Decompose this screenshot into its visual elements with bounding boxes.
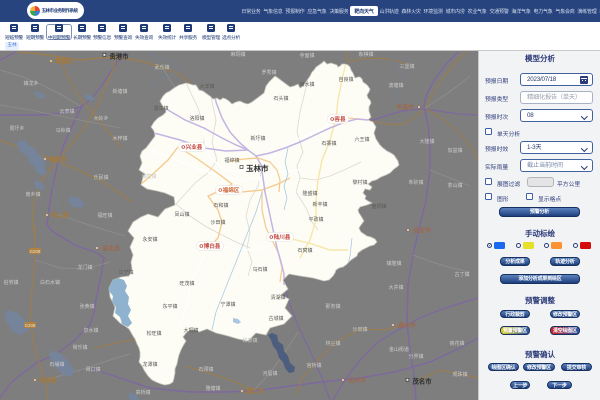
svg-text:兴业县: 兴业县 bbox=[186, 143, 203, 151]
svg-text:浪水镇: 浪水镇 bbox=[299, 81, 314, 88]
svg-text:石和镇: 石和镇 bbox=[213, 202, 228, 209]
svg-text:古城镇: 古城镇 bbox=[268, 315, 283, 322]
svg-text:洛阳镇: 洛阳镇 bbox=[189, 115, 204, 122]
svg-text:波塘镇: 波塘镇 bbox=[388, 82, 403, 89]
svg-text:象棋镇: 象棋镇 bbox=[358, 51, 373, 58]
svg-text:河唇镇: 河唇镇 bbox=[262, 370, 277, 377]
svg-text:容县: 容县 bbox=[334, 115, 346, 123]
svg-text:大岭乡: 大岭乡 bbox=[93, 115, 108, 122]
svg-text:松旺镇: 松旺镇 bbox=[146, 330, 161, 337]
svg-text:沙田镇: 沙田镇 bbox=[210, 219, 225, 226]
svg-text:镇隆镇: 镇隆镇 bbox=[386, 260, 401, 267]
svg-text:石窝镇: 石窝镇 bbox=[297, 247, 312, 254]
svg-text:合浦县: 合浦县 bbox=[39, 376, 57, 384]
svg-text:罗秀镇: 罗秀镇 bbox=[261, 69, 276, 76]
svg-text:南乡镇: 南乡镇 bbox=[25, 191, 40, 198]
svg-text:陆川县: 陆川县 bbox=[274, 233, 291, 241]
svg-text:朱砂镇: 朱砂镇 bbox=[408, 179, 423, 186]
svg-text:三堡镇: 三堡镇 bbox=[399, 63, 414, 70]
svg-text:城隍镇: 城隍镇 bbox=[141, 173, 156, 180]
svg-text:福绵镇: 福绵镇 bbox=[224, 157, 239, 164]
svg-text:和寮镇: 和寮镇 bbox=[242, 337, 257, 344]
svg-text:信宜市: 信宜市 bbox=[413, 226, 431, 234]
svg-text:横州市: 横州市 bbox=[49, 155, 67, 163]
svg-text:覃塘区: 覃塘区 bbox=[55, 57, 73, 65]
svg-text:周圩乡: 周圩乡 bbox=[9, 125, 24, 132]
svg-text:大洋镇: 大洋镇 bbox=[199, 83, 214, 90]
svg-text:镇龙乡: 镇龙乡 bbox=[23, 80, 38, 87]
svg-text:化州市: 化州市 bbox=[348, 376, 366, 384]
svg-text:宁潭镇: 宁潭镇 bbox=[220, 301, 235, 308]
svg-text:寺面镇: 寺面镇 bbox=[299, 52, 314, 59]
svg-text:官桥镇: 官桥镇 bbox=[306, 362, 321, 369]
svg-text:江宁镇: 江宁镇 bbox=[118, 269, 133, 276]
svg-text:林尘镇: 林尘镇 bbox=[325, 340, 340, 347]
svg-text:六王镇: 六王镇 bbox=[354, 136, 369, 143]
svg-text:石埇镇: 石埇镇 bbox=[49, 361, 64, 368]
svg-text:茂名市: 茂名市 bbox=[411, 376, 432, 385]
svg-text:大井镇: 大井镇 bbox=[388, 284, 403, 291]
svg-text:那务镇: 那务镇 bbox=[325, 303, 340, 310]
svg-text:石头镇: 石头镇 bbox=[273, 95, 288, 102]
svg-text:清湖镇: 清湖镇 bbox=[270, 294, 285, 301]
svg-text:伯劳镇: 伯劳镇 bbox=[3, 279, 18, 286]
svg-text:浦北县: 浦北县 bbox=[102, 244, 120, 252]
svg-text:永安镇: 永安镇 bbox=[142, 236, 157, 243]
svg-text:观珠镇: 观珠镇 bbox=[452, 371, 467, 378]
svg-text:福旺镇: 福旺镇 bbox=[97, 212, 112, 219]
svg-text:G209: G209 bbox=[30, 249, 41, 254]
svg-text:石寨镇: 石寨镇 bbox=[321, 140, 336, 147]
svg-text:马岭镇: 马岭镇 bbox=[55, 127, 70, 134]
svg-text:龙潭镇: 龙潭镇 bbox=[142, 361, 157, 368]
svg-text:古丁镇: 古丁镇 bbox=[454, 271, 469, 278]
svg-text:新圩镇: 新圩镇 bbox=[250, 135, 265, 142]
svg-text:雅塘镇: 雅塘镇 bbox=[205, 385, 220, 392]
svg-text:金山街道: 金山街道 bbox=[389, 346, 409, 353]
svg-text:麻垌镇: 麻垌镇 bbox=[230, 51, 245, 58]
svg-text:龙门镇: 龙门镇 bbox=[77, 264, 92, 271]
svg-text:贵港市: 贵港市 bbox=[109, 51, 129, 60]
svg-text:荷花镇: 荷花镇 bbox=[449, 340, 464, 347]
svg-text:大隆镇: 大隆镇 bbox=[419, 138, 434, 145]
svg-text:G209: G209 bbox=[25, 323, 36, 328]
svg-text:东平镇: 东平镇 bbox=[162, 303, 177, 310]
svg-text:乐民镇: 乐民镇 bbox=[93, 174, 108, 181]
svg-text:云表镇: 云表镇 bbox=[59, 108, 74, 115]
svg-text:新塘镇: 新塘镇 bbox=[112, 88, 127, 95]
svg-text:岑溪市: 岑溪市 bbox=[396, 103, 414, 111]
svg-text:旺茂镇: 旺茂镇 bbox=[179, 280, 194, 287]
svg-text:常乐镇: 常乐镇 bbox=[72, 344, 87, 351]
svg-text:隆盛镇: 隆盛镇 bbox=[302, 190, 317, 197]
svg-text:沙田镇: 沙田镇 bbox=[352, 326, 367, 333]
svg-text:玉林市: 玉林市 bbox=[246, 163, 269, 173]
svg-text:博白县: 博白县 bbox=[204, 242, 221, 250]
svg-text:自良镇: 自良镇 bbox=[338, 76, 353, 83]
svg-text:盘垌镇: 盘垌镇 bbox=[371, 203, 386, 210]
svg-text:高桥镇: 高桥镇 bbox=[135, 389, 150, 396]
svg-text:加益镇: 加益镇 bbox=[447, 147, 462, 154]
svg-text:分界镇: 分界镇 bbox=[408, 353, 423, 360]
svg-text:黎村镇: 黎村镇 bbox=[352, 179, 367, 186]
svg-text:张黄镇: 张黄镇 bbox=[79, 303, 94, 310]
svg-text:白石水镇: 白石水镇 bbox=[40, 279, 60, 286]
svg-text:平政镇: 平政镇 bbox=[308, 216, 323, 223]
svg-text:武乐镇: 武乐镇 bbox=[154, 64, 169, 71]
svg-text:乌石镇: 乌石镇 bbox=[252, 266, 267, 273]
svg-text:闸口镇: 闸口镇 bbox=[85, 366, 100, 373]
svg-text:木梓镇: 木梓镇 bbox=[112, 135, 127, 142]
svg-text:灵山县: 灵山县 bbox=[50, 211, 69, 219]
svg-text:茶山镇: 茶山镇 bbox=[447, 182, 462, 189]
svg-text:石颈镇: 石颈镇 bbox=[198, 366, 213, 373]
svg-text:大垌镇: 大垌镇 bbox=[183, 327, 198, 334]
svg-text:高州市: 高州市 bbox=[398, 321, 416, 329]
svg-text:廉江市: 廉江市 bbox=[245, 387, 264, 395]
svg-text:湛江镇: 湛江镇 bbox=[153, 105, 168, 112]
svg-text:新丰镇: 新丰镇 bbox=[312, 201, 327, 208]
svg-text:福绵区: 福绵区 bbox=[222, 186, 240, 194]
svg-text:泉水镇: 泉水镇 bbox=[83, 327, 98, 334]
svg-text:凤山镇: 凤山镇 bbox=[174, 211, 189, 218]
